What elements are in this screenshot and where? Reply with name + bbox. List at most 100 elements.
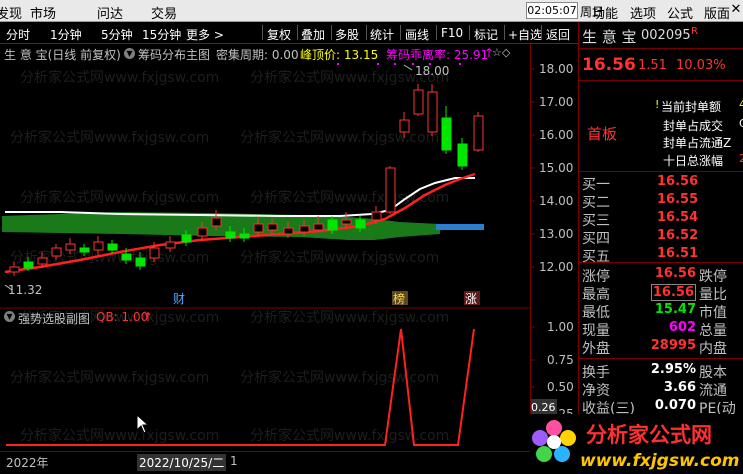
stat-value: 28995	[650, 338, 696, 353]
candle-body	[299, 225, 310, 233]
toolbar-divider	[400, 25, 401, 40]
stat-label-2: 流通	[699, 383, 727, 399]
candle-body	[93, 241, 104, 251]
price-axis: 18.00 17.00 16.00 15.00 14.00 13.00 12.0…	[529, 44, 578, 459]
sub-bottom-value: 0.26	[531, 401, 556, 414]
watermark: 分析家公式网www.fxjgsw.com 分析家公式网www.fxjgsw.co…	[10, 69, 449, 444]
price-change: 1.51	[638, 58, 667, 73]
event-markers[interactable]: 财 榜 涨	[172, 291, 480, 306]
price-tick-17: 17.00	[539, 95, 573, 109]
candle-body	[441, 117, 452, 151]
candle-body	[267, 223, 278, 231]
stat-label-2: 量比	[699, 287, 727, 303]
adjust-button[interactable]: 复权	[267, 26, 291, 43]
stat-row: 净资 3.66 流通	[579, 380, 743, 399]
rank-marker[interactable]: 榜	[393, 291, 405, 306]
bid-price: 16.55	[657, 192, 699, 207]
multi-stock-button[interactable]: 多股	[335, 26, 359, 43]
quote-panel: 生 意 宝 002095 R 16.56 1.51 10.03% ! 当前封单额…	[578, 22, 743, 474]
menu-item-function[interactable]: 功能	[592, 3, 618, 22]
add-favorite-button[interactable]: +自选	[508, 26, 542, 43]
stat-value: 16.56	[654, 266, 696, 281]
density-period-label: 密集周期: 0.00	[216, 48, 299, 62]
menu-item-discover[interactable]: 发现	[0, 3, 22, 22]
f10-button[interactable]: F10	[441, 26, 463, 40]
period-tab-15min[interactable]: 15分钟	[142, 26, 181, 43]
panel-divider	[579, 48, 743, 49]
bid-row: 买四 16.52	[579, 228, 743, 247]
menu-bar: 发现 市场 问达 交易 02:05:07 周日 功能 选项 公式 版面 ✕	[0, 0, 743, 22]
candle-body	[341, 219, 352, 225]
period-tab-more[interactable]: 更多 >	[186, 26, 224, 43]
candle-body	[181, 234, 192, 243]
bid-price: 16.51	[657, 246, 699, 261]
kline-chart[interactable]: 分析家公式网www.fxjgsw.com 分析家公式网www.fxjgsw.co…	[0, 62, 530, 451]
stat-value: 15.47	[654, 302, 696, 317]
period-tab-5min[interactable]: 5分钟	[101, 26, 133, 43]
candle-body	[165, 241, 176, 249]
watermark-logo: 分析家公式网 www.fxjgsw.com	[530, 414, 743, 474]
mark-button[interactable]: 标记	[474, 26, 498, 43]
stat-label: 涨停	[582, 269, 610, 285]
svg-text:分析家公式网www.fxjgsw.com: 分析家公式网www.fxjgsw.com	[10, 369, 209, 386]
menu-item-market[interactable]: 市场	[30, 3, 56, 22]
menu-item-formula[interactable]: 公式	[667, 3, 693, 22]
back-button[interactable]: 返回	[546, 26, 570, 43]
candle-body	[121, 253, 132, 261]
sub-tick-100: 1.00	[547, 320, 574, 334]
candle-body	[427, 91, 438, 133]
finance-marker[interactable]: 财	[173, 292, 185, 306]
candle-body	[107, 243, 118, 251]
candle-body	[399, 119, 410, 133]
chart-toolbar: 分时 1分钟 5分钟 15分钟 更多 > 复权 叠加 多股 统计 画线 F10 …	[0, 22, 578, 44]
high-price-mark: 18.00	[415, 64, 449, 78]
panel-divider	[579, 358, 743, 359]
candle-body	[37, 257, 48, 265]
price-tick-12: 12.00	[539, 260, 573, 274]
candle-body	[283, 227, 294, 235]
limit-up-marker[interactable]: 涨	[465, 291, 477, 306]
candlesticks	[9, 84, 484, 276]
board-label: 首板	[587, 125, 618, 143]
seal-amount-label: 当前封单额	[661, 100, 722, 114]
stat-row: 最低 15.47 市值	[579, 302, 743, 321]
candle-body	[355, 219, 366, 229]
year-label: 2022年	[6, 456, 49, 470]
stat-value: 0.070	[654, 398, 696, 413]
price-tick-13: 13.00	[539, 227, 573, 241]
period-tab-1min[interactable]: 1分钟	[50, 26, 82, 43]
close-icon[interactable]: ✕	[729, 2, 743, 18]
sub-tick-075: 0.75	[547, 353, 574, 367]
menu-item-wenda[interactable]: 问达	[97, 3, 123, 22]
svg-text:分析家公式网www.fxjgsw.com: 分析家公式网www.fxjgsw.com	[20, 427, 219, 444]
period-tab-intraday[interactable]: 分时	[6, 26, 30, 43]
logo-title: 分析家公式网	[586, 423, 712, 447]
settings-icon[interactable]: ☆◇	[492, 46, 510, 59]
draw-line-button[interactable]: 画线	[405, 26, 429, 43]
stat-row: 现量 602 总量	[579, 320, 743, 339]
candle-body	[253, 223, 264, 233]
bid-price: 16.54	[657, 210, 699, 225]
panel-divider	[579, 171, 743, 172]
menu-item-trade[interactable]: 交易	[151, 3, 177, 22]
seal-ratio-value: C	[739, 117, 743, 130]
peak-price-label: 峰顶价: 13.15	[300, 48, 379, 62]
sub-chart-title[interactable]: 强势选股副图	[18, 310, 90, 327]
menu-item-layout[interactable]: 版面	[704, 3, 730, 22]
stat-label: 净资	[582, 383, 610, 399]
menu-item-options[interactable]: 选项	[630, 3, 656, 22]
price-tick-14: 14.00	[539, 194, 573, 208]
statistics-button[interactable]: 统计	[370, 26, 394, 43]
qb-arrow-icon: ↑	[143, 310, 154, 324]
main-indicator-name[interactable]: 筹码分布主图	[138, 46, 210, 63]
low-price-mark: 11.32	[8, 283, 42, 297]
sub-tick-050: 0.50	[547, 380, 574, 394]
bid-price: 16.52	[657, 228, 699, 243]
qb-value-label: QB: 1.00	[96, 310, 149, 324]
current-price: 16.56	[582, 55, 636, 75]
cursor-date-label: 2022/10/25/二	[137, 454, 227, 471]
chip-deviation-label: 筹码乖离率: 25.91	[386, 48, 489, 62]
overlay-button[interactable]: 叠加	[301, 26, 325, 43]
toolbar-divider	[262, 25, 263, 40]
date-extra: 1	[230, 454, 238, 468]
